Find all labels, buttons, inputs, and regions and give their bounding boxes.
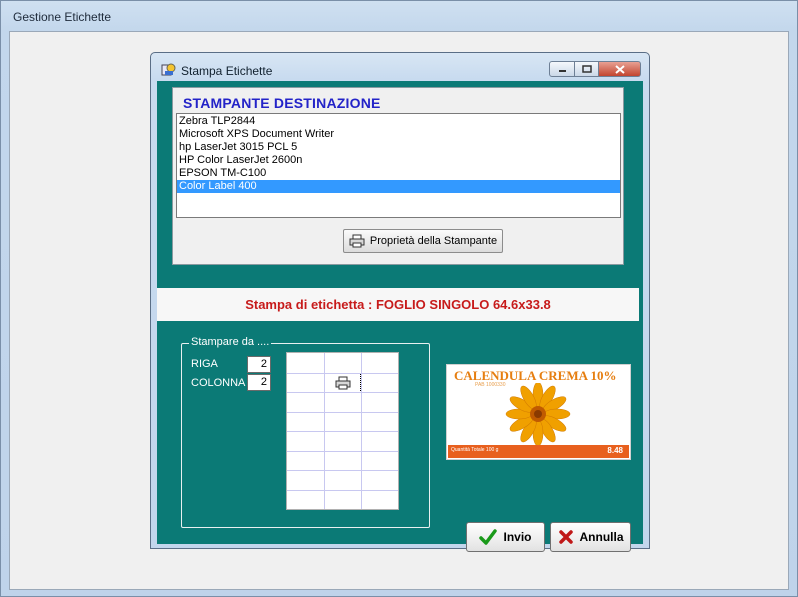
preview-price: 8.48	[607, 446, 623, 455]
dialog-title: Stampa Etichette	[181, 64, 273, 78]
cross-icon	[558, 530, 573, 544]
grid-line	[287, 392, 398, 393]
grid-line	[287, 470, 398, 471]
printer-properties-button[interactable]: Proprietà della Stampante	[343, 229, 503, 253]
grid-line	[287, 451, 398, 452]
column-label: COLONNA	[191, 377, 246, 389]
close-icon	[614, 64, 625, 74]
cancel-button[interactable]: Annulla	[550, 522, 631, 552]
printer-item[interactable]: hp LaserJet 3015 PCL 5	[177, 141, 620, 154]
printer-item[interactable]: EPSON TM-C100	[177, 167, 620, 180]
caption-buttons	[549, 61, 641, 77]
send-button[interactable]: Invio	[466, 522, 545, 552]
row-input[interactable]: 2	[247, 356, 271, 373]
printer-icon	[335, 376, 350, 390]
printer-item[interactable]: Zebra TLP2844	[177, 115, 620, 128]
start-position-group: Stampare da .... RIGA 2 COLONNA 2	[181, 336, 430, 528]
send-button-label: Invio	[503, 530, 532, 544]
checkmark-icon	[479, 529, 498, 545]
printer-list[interactable]: Zebra TLP2844 Microsoft XPS Document Wri…	[176, 113, 621, 218]
preview-footer-left: Quantità Totale 100 g	[451, 447, 499, 453]
minimize-button[interactable]	[549, 61, 575, 77]
printer-icon	[349, 234, 365, 248]
maximize-icon	[581, 65, 592, 73]
start-position-legend: Stampare da ....	[189, 336, 272, 348]
flower-image	[505, 383, 571, 445]
printer-panel: STAMPANTE DESTINAZIONE Zebra TLP2844 Mic…	[172, 87, 624, 265]
print-labels-dialog: Stampa Etichette STAMPANTE DESTINAZIONE …	[150, 52, 650, 552]
label-preview: CALENDULA CREMA 10% PAB 1000330 Quantità…	[446, 364, 631, 460]
preview-footer-bar: Quantità Totale 100 g 8.48	[448, 445, 629, 458]
maximize-button[interactable]	[575, 61, 599, 77]
main-window-title: Gestione Etichette	[13, 10, 112, 24]
grid-line	[287, 431, 398, 432]
printer-header: STAMPANTE DESTINAZIONE	[183, 95, 381, 111]
label-info-strip: Stampa di etichetta : FOGLIO SINGOLO 64.…	[157, 288, 639, 321]
dialog-client: STAMPANTE DESTINAZIONE Zebra TLP2844 Mic…	[157, 81, 643, 552]
minimize-icon	[558, 70, 566, 72]
selected-label-cell[interactable]	[324, 373, 361, 393]
grid-line	[287, 490, 398, 491]
label-info-text: Stampa di etichetta : FOGLIO SINGOLO 64.…	[245, 297, 551, 312]
main-window: Gestione Etichette Stampa Etichette STAM…	[0, 0, 798, 597]
printer-item[interactable]: HP Color LaserJet 2600n	[177, 154, 620, 167]
grid-line	[287, 373, 398, 374]
grid-line	[287, 412, 398, 413]
close-button[interactable]	[599, 61, 641, 77]
column-input[interactable]: 2	[247, 374, 271, 391]
printer-item[interactable]: Microsoft XPS Document Writer	[177, 128, 620, 141]
printer-properties-label: Proprietà della Stampante	[369, 235, 498, 247]
printer-item-selected[interactable]: Color Label 400	[177, 180, 620, 193]
label-position-grid[interactable]	[286, 352, 399, 510]
cancel-button-label: Annulla	[579, 530, 624, 544]
app-icon	[161, 63, 176, 76]
row-label: RIGA	[191, 358, 218, 370]
